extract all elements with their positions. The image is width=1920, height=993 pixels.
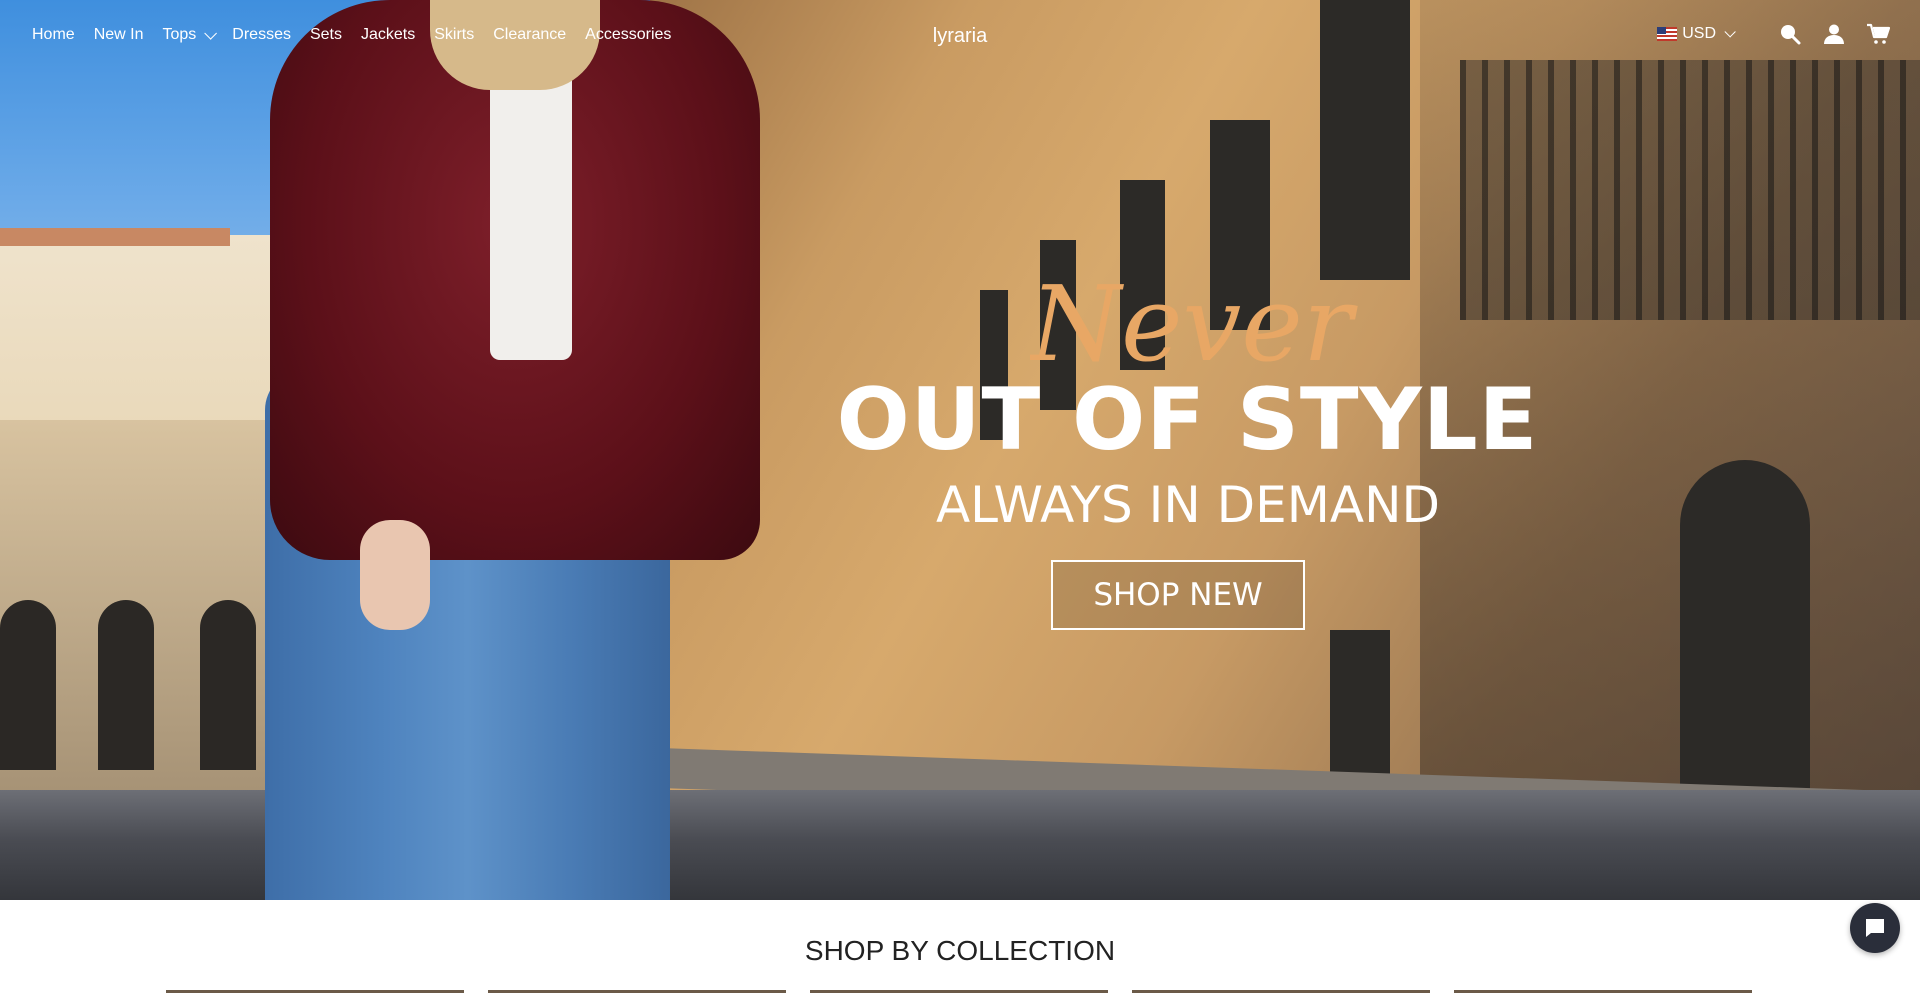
us-flag-icon bbox=[1657, 27, 1678, 41]
arch bbox=[0, 600, 56, 770]
background-roof bbox=[0, 228, 230, 246]
arch bbox=[200, 600, 256, 770]
chevron-down-icon bbox=[1724, 26, 1736, 38]
site-header: Home New In Tops Dresses Sets Jackets Sk… bbox=[0, 0, 1920, 74]
model-hand bbox=[360, 520, 430, 630]
shop-new-button[interactable]: SHOP NEW bbox=[1051, 560, 1305, 630]
currency-selector[interactable]: USD bbox=[1657, 25, 1736, 43]
background-balcony bbox=[1460, 60, 1920, 320]
hero-subline: ALWAYS IN DEMAND bbox=[935, 476, 1441, 534]
currency-label: USD bbox=[1682, 25, 1716, 42]
search-icon[interactable] bbox=[1778, 22, 1802, 46]
chat-icon bbox=[1866, 919, 1884, 937]
site-logo[interactable]: lyraria bbox=[0, 25, 1920, 48]
collection-heading: SHOP BY COLLECTION bbox=[804, 935, 1116, 966]
model-shirt bbox=[490, 50, 572, 360]
svg-text:Never: Never bbox=[1030, 263, 1358, 385]
hero-banner: Never OUT OF STYLE ALWAYS IN DEMAND SHOP… bbox=[0, 0, 1920, 900]
header-tools: USD bbox=[1657, 22, 1890, 46]
chat-button[interactable] bbox=[1850, 903, 1900, 953]
hero-headline: OUT OF STYLE bbox=[836, 370, 1539, 470]
arch bbox=[98, 600, 154, 770]
account-icon[interactable] bbox=[1822, 22, 1846, 46]
cart-icon[interactable] bbox=[1866, 22, 1890, 46]
